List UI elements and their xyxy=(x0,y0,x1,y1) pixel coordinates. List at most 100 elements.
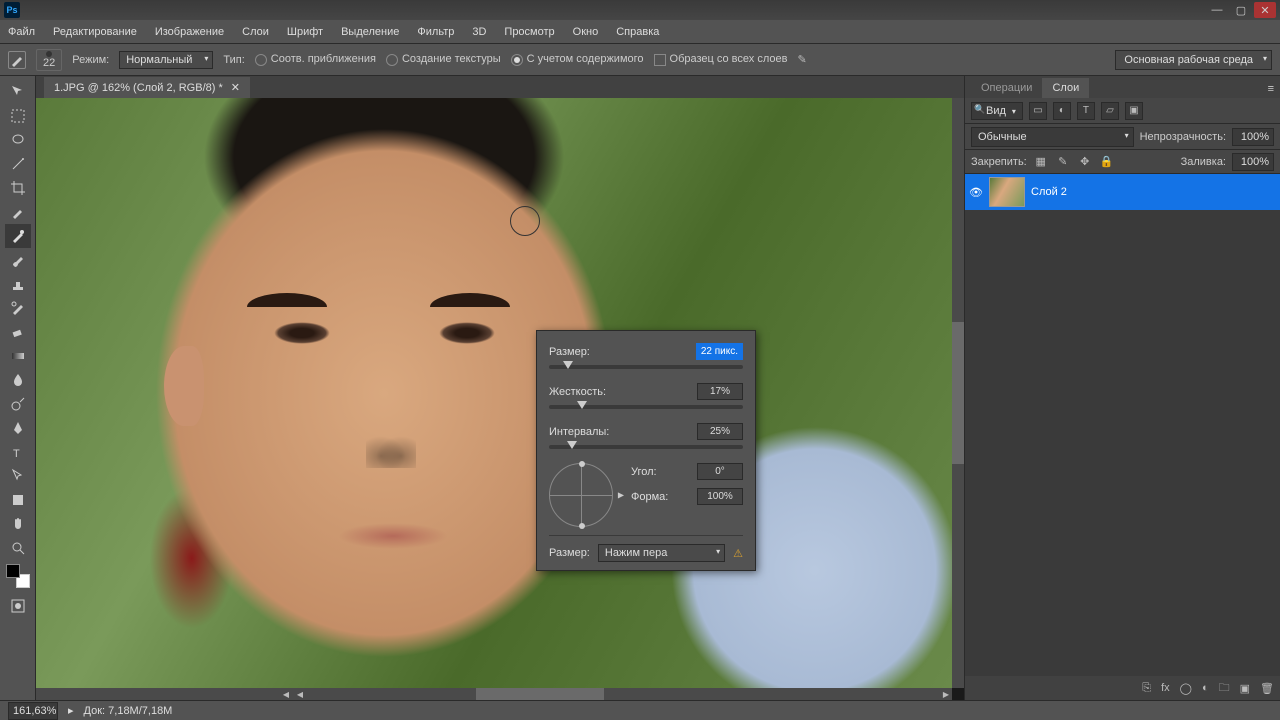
opacity-field[interactable]: 100% xyxy=(1232,128,1274,146)
layer-row[interactable]: 👁 Слой 2 xyxy=(965,174,1280,210)
filter-adjust-icon[interactable]: ◐ xyxy=(1053,102,1071,120)
type-texture-radio[interactable]: Создание текстуры xyxy=(386,53,501,65)
layer-mask-icon[interactable]: ◯ xyxy=(1180,682,1192,695)
menu-layers[interactable]: Слои xyxy=(242,26,269,38)
layer-name[interactable]: Слой 2 xyxy=(1031,186,1067,198)
menu-view[interactable]: Просмотр xyxy=(504,26,554,38)
arrow-right-icon[interactable]: ▶ xyxy=(940,688,952,700)
path-select-tool[interactable] xyxy=(5,464,31,488)
spacing-slider[interactable] xyxy=(549,445,743,449)
filter-shape-icon[interactable]: ▱ xyxy=(1101,102,1119,120)
wand-tool[interactable] xyxy=(5,152,31,176)
type-content-radio[interactable]: С учетом содержимого xyxy=(511,53,644,65)
healing-brush-tool[interactable] xyxy=(5,224,31,248)
size-slider[interactable] xyxy=(549,365,743,369)
menu-window[interactable]: Окно xyxy=(573,26,599,38)
sample-all-checkbox[interactable]: Образец со всех слоев xyxy=(654,53,788,65)
status-arrow-icon[interactable]: ▸ xyxy=(68,704,74,717)
workspace-select[interactable]: Основная рабочая среда xyxy=(1115,50,1272,70)
zoom-tool[interactable] xyxy=(5,536,31,560)
lock-pixels-icon[interactable]: ✎ xyxy=(1055,154,1071,170)
menu-filter[interactable]: Фильтр xyxy=(417,26,454,38)
layer-fx-icon[interactable]: fx xyxy=(1161,682,1170,694)
menu-type[interactable]: Шрифт xyxy=(287,26,323,38)
zoom-field[interactable]: 161,63% xyxy=(8,702,58,720)
hand-tool[interactable] xyxy=(5,512,31,536)
angle-wheel[interactable]: ▶ xyxy=(549,463,613,527)
maximize-button[interactable]: ▢ xyxy=(1230,2,1252,18)
size-source-select[interactable]: Нажим пера xyxy=(598,544,725,562)
angle-field[interactable]: 0° xyxy=(697,463,743,480)
dodge-tool[interactable] xyxy=(5,392,31,416)
lock-transparent-icon[interactable]: ▦ xyxy=(1033,154,1049,170)
type-label: Тип: xyxy=(223,54,244,66)
visibility-icon[interactable]: 👁 xyxy=(969,185,983,199)
hardness-field[interactable]: 17% xyxy=(697,383,743,400)
delete-layer-icon[interactable]: 🗑 xyxy=(1260,682,1274,695)
filter-smart-icon[interactable]: ▣ xyxy=(1125,102,1143,120)
minimize-button[interactable]: — xyxy=(1206,2,1228,18)
type-tool[interactable]: T xyxy=(5,440,31,464)
close-tab-icon[interactable]: ✕ xyxy=(231,81,240,94)
horizontal-scrollbar[interactable]: ◀ ◀ ▶ xyxy=(36,688,952,700)
menu-edit[interactable]: Редактирование xyxy=(53,26,137,38)
titlebar: Ps — ▢ ✕ xyxy=(0,0,1280,20)
menu-3d[interactable]: 3D xyxy=(472,26,486,38)
hardness-label: Жесткость: xyxy=(549,386,606,398)
panel-menu-icon[interactable]: ≡ xyxy=(1262,80,1280,98)
pen-tool[interactable] xyxy=(5,416,31,440)
blend-mode-select[interactable]: Обычные xyxy=(971,127,1134,147)
shape-tool[interactable] xyxy=(5,488,31,512)
adjustment-layer-icon[interactable]: ◐ xyxy=(1202,682,1209,694)
stamp-tool[interactable] xyxy=(5,272,31,296)
menu-help[interactable]: Справка xyxy=(616,26,659,38)
lock-label: Закрепить: xyxy=(971,156,1027,168)
close-button[interactable]: ✕ xyxy=(1254,2,1276,18)
layers-list: 👁 Слой 2 xyxy=(965,174,1280,676)
blur-tool[interactable] xyxy=(5,368,31,392)
spacing-field[interactable]: 25% xyxy=(697,423,743,440)
window-controls: — ▢ ✕ xyxy=(1206,2,1276,18)
filter-pixel-icon[interactable]: ▭ xyxy=(1029,102,1047,120)
current-tool-icon[interactable] xyxy=(8,51,26,69)
eyedropper-tool[interactable] xyxy=(5,200,31,224)
group-icon[interactable]: 🗀 xyxy=(1219,679,1230,698)
layer-thumbnail[interactable] xyxy=(989,177,1025,207)
link-layers-icon[interactable]: ⎘ xyxy=(1142,682,1151,695)
brush-preset-picker[interactable]: 22 xyxy=(36,49,62,71)
lasso-tool[interactable] xyxy=(5,128,31,152)
filter-type-icon[interactable]: T xyxy=(1077,102,1095,120)
crop-tool[interactable] xyxy=(5,176,31,200)
canvas[interactable]: Размер: 22 пикс. Жесткость: 17% Интервал… xyxy=(36,98,964,700)
pressure-icon[interactable]: ✎ xyxy=(797,53,806,66)
layer-kind-select[interactable]: Вид xyxy=(971,102,1023,120)
vertical-scrollbar[interactable] xyxy=(952,98,964,688)
quick-mask-toggle[interactable] xyxy=(5,594,31,618)
size-field[interactable]: 22 пикс. xyxy=(696,343,743,360)
warning-icon: ⚠ xyxy=(733,547,743,560)
eraser-tool[interactable] xyxy=(5,320,31,344)
document-tab[interactable]: 1.JPG @ 162% (Слой 2, RGB/8) * ✕ xyxy=(44,77,250,98)
arrow-left-icon[interactable]: ◀ xyxy=(280,688,292,700)
marquee-tool[interactable] xyxy=(5,104,31,128)
menu-image[interactable]: Изображение xyxy=(155,26,224,38)
arrow-left-icon[interactable]: ◀ xyxy=(294,688,306,700)
tab-layers[interactable]: Слои xyxy=(1042,78,1089,98)
mode-select[interactable]: Нормальный xyxy=(119,51,213,69)
hardness-slider[interactable] xyxy=(549,405,743,409)
move-tool[interactable] xyxy=(5,80,31,104)
new-layer-icon[interactable]: ▣ xyxy=(1240,682,1250,695)
tab-actions[interactable]: Операции xyxy=(971,78,1042,98)
fill-field[interactable]: 100% xyxy=(1232,153,1274,171)
roundness-field[interactable]: 100% xyxy=(697,488,743,505)
color-swatches[interactable] xyxy=(6,564,30,588)
lock-all-icon[interactable]: 🔒 xyxy=(1099,154,1115,170)
lock-position-icon[interactable]: ✥ xyxy=(1077,154,1093,170)
menu-select[interactable]: Выделение xyxy=(341,26,399,38)
gradient-tool[interactable] xyxy=(5,344,31,368)
type-proximity-radio[interactable]: Соотв. приближения xyxy=(255,53,376,65)
brush-tool[interactable] xyxy=(5,248,31,272)
document-tabs: 1.JPG @ 162% (Слой 2, RGB/8) * ✕ xyxy=(36,76,964,98)
history-brush-tool[interactable] xyxy=(5,296,31,320)
menu-file[interactable]: Файл xyxy=(8,26,35,38)
